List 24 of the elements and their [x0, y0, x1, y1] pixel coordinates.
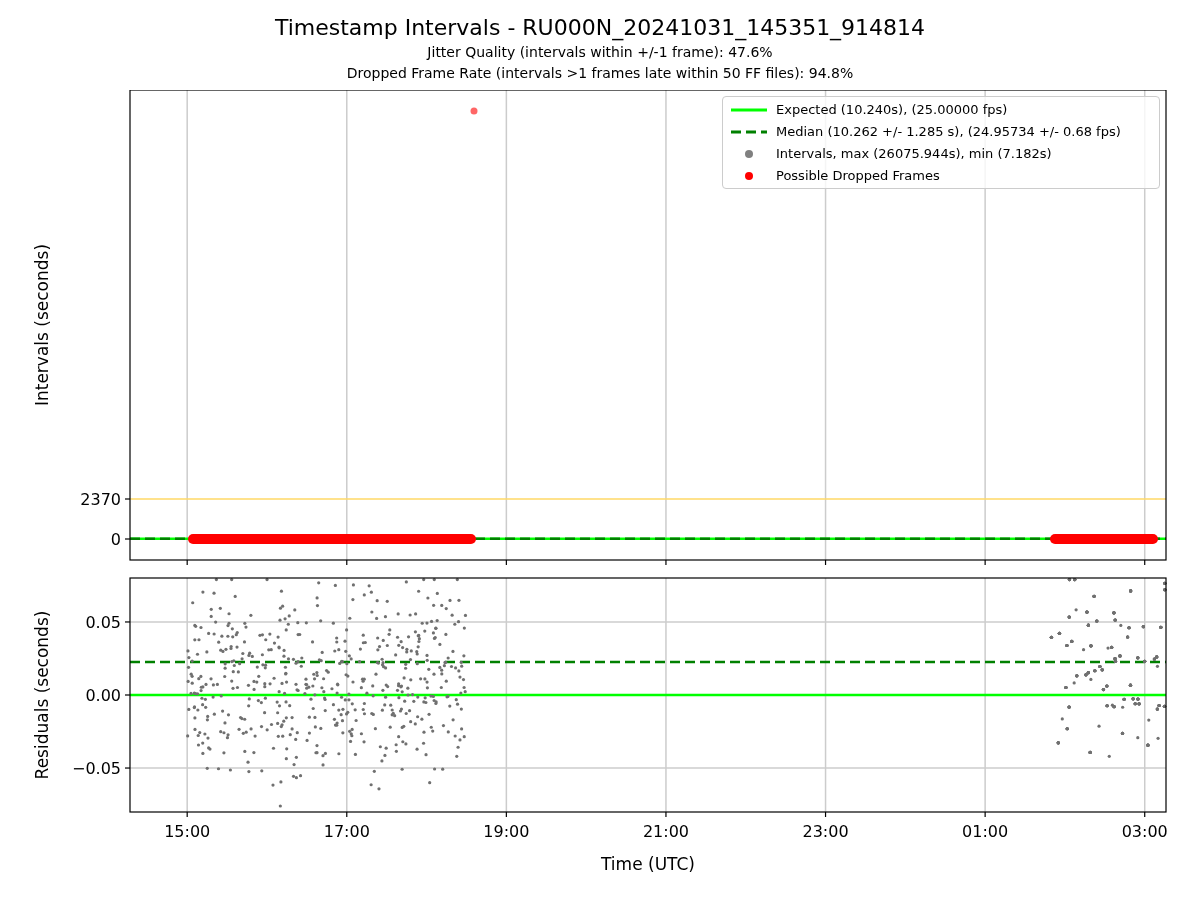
- legend-label: Intervals, max (26075.944s), min (7.182s): [776, 144, 1052, 163]
- tick-label: 19:00: [483, 822, 530, 841]
- tick-label: 0.00: [85, 686, 121, 705]
- tick-label: 17:00: [323, 822, 370, 841]
- axis-label: Intervals (seconds): [32, 243, 52, 407]
- tick-label: 23:00: [802, 822, 849, 841]
- tick-label: −0.05: [71, 759, 121, 779]
- tick-label: 21:00: [642, 822, 689, 841]
- tick-label: 15:00: [164, 822, 211, 841]
- legend-label: Expected (10.240s), (25.00000 fps): [776, 100, 1008, 119]
- tick-label: 03:00: [1121, 822, 1168, 841]
- figure-title: Timestamp Intervals - RU000N_20241031_145351_914814: [274, 14, 926, 42]
- legend-label: Possible Dropped Frames: [776, 166, 940, 185]
- tick-label: 0: [110, 530, 121, 549]
- figure-subtitle: Jitter Quality (intervals within +/-1 frame): 47.6%: [427, 43, 773, 62]
- legend-label: Median (10.262 +/- 1.285 s), (24.95734 +/- 0.68 fps): [776, 122, 1121, 141]
- axis-label: Residuals (seconds): [32, 610, 52, 780]
- tick-label: 2370: [80, 490, 121, 509]
- line-sample-icon: [731, 107, 767, 112]
- figure-subtitle: Dropped Frame Rate (intervals >1 frames late within 50 FF files): 94.8%: [346, 64, 854, 83]
- tick-label: 0.05: [85, 612, 121, 632]
- line-sample-icon: [731, 129, 767, 134]
- tick-label: 01:00: [962, 822, 1009, 841]
- axis-label: Time (UTC): [601, 854, 695, 874]
